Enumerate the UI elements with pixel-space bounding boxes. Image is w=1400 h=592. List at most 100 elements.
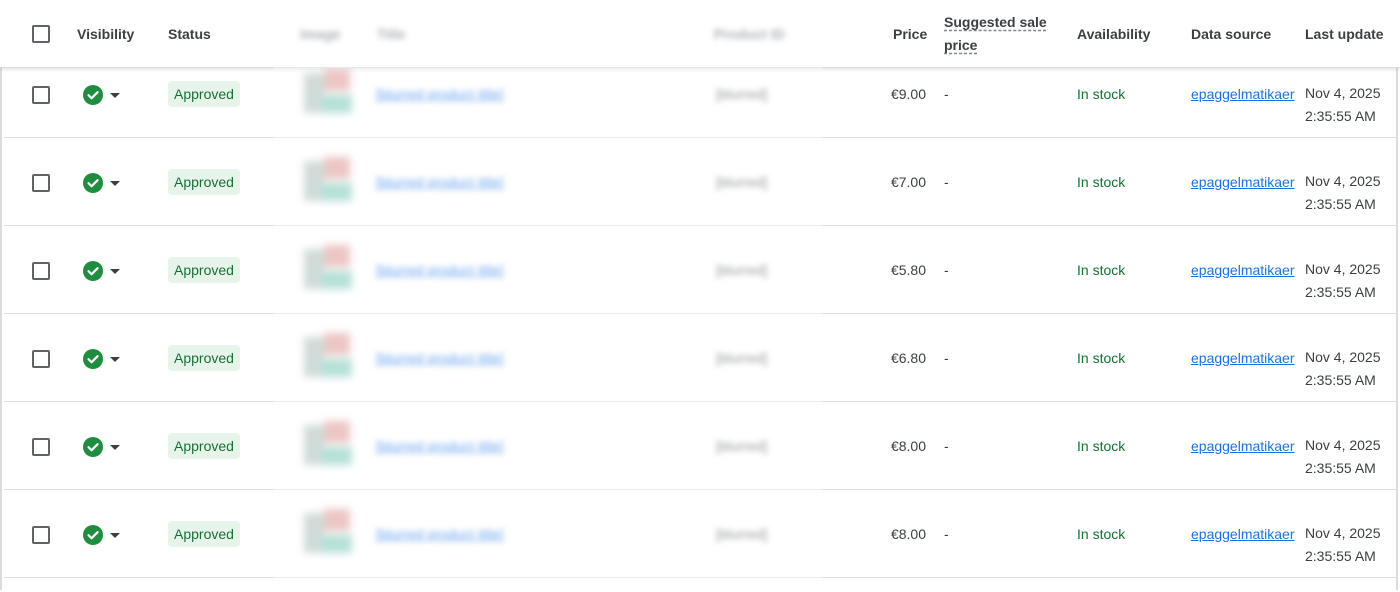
price-value: €9.00	[890, 86, 926, 102]
suggested-price-value: -	[944, 174, 949, 190]
product-id: [blurred]	[716, 438, 768, 454]
data-source-link[interactable]: epaggelmatikaer	[1191, 86, 1295, 102]
price-value: €6.80	[890, 350, 926, 366]
select-all-checkbox[interactable]	[32, 25, 50, 43]
status-badge: Approved	[168, 433, 240, 459]
header-suggested-sale-price[interactable]: Suggested sale price	[944, 11, 1047, 57]
data-source-link[interactable]: epaggelmatikaer	[1191, 526, 1295, 542]
product-title-link[interactable]: [blurred product title]	[376, 523, 676, 546]
product-title-link[interactable]: [blurred product title]	[376, 171, 676, 194]
last-update: Nov 4, 2025 2:35:55 AM	[1305, 170, 1381, 216]
product-id: [blurred]	[716, 526, 768, 542]
suggested-price-value: -	[944, 350, 949, 366]
header-visibility[interactable]: Visibility	[77, 26, 134, 42]
visibility-dropdown-caret[interactable]	[110, 533, 120, 538]
product-thumbnail[interactable]	[300, 67, 356, 121]
row-checkbox[interactable]	[32, 438, 50, 456]
last-update-time: 2:35:55 AM	[1305, 284, 1376, 300]
status-badge: Approved	[168, 169, 240, 195]
table-row[interactable]: Approved [blurred product title] [blurre…	[4, 138, 1396, 226]
last-update-time: 2:35:55 AM	[1305, 460, 1376, 476]
last-update: Nov 4, 2025 2:35:55 AM	[1305, 522, 1381, 568]
data-source-link[interactable]: epaggelmatikaer	[1191, 350, 1295, 366]
last-update-date: Nov 4, 2025	[1305, 261, 1381, 277]
availability-value: In stock	[1077, 526, 1126, 542]
product-thumbnail[interactable]	[300, 419, 356, 473]
status-badge: Approved	[168, 81, 240, 107]
table-row[interactable]: Approved [blurred product title] [blurre…	[4, 490, 1396, 578]
header-status[interactable]: Status	[168, 26, 211, 42]
availability-value: In stock	[1077, 350, 1126, 366]
product-title-link[interactable]: [blurred product title]	[376, 435, 676, 458]
check-circle-icon	[83, 525, 103, 545]
last-update-date: Nov 4, 2025	[1305, 525, 1381, 541]
product-title-link[interactable]: [blurred product title]	[376, 347, 676, 370]
header-suggested-sale-price-line2: price	[944, 37, 978, 53]
row-checkbox[interactable]	[32, 526, 50, 544]
row-checkbox[interactable]	[32, 350, 50, 368]
product-thumbnail[interactable]	[300, 507, 356, 561]
status-badge: Approved	[168, 345, 240, 371]
availability-value: In stock	[1077, 262, 1126, 278]
check-circle-icon	[83, 349, 103, 369]
suggested-price-value: -	[944, 526, 949, 542]
product-title-link[interactable]: [blurred product title]	[376, 83, 676, 106]
header-image: Image	[300, 26, 341, 42]
check-circle-icon	[83, 261, 103, 281]
suggested-price-value: -	[944, 438, 949, 454]
product-id: [blurred]	[716, 350, 768, 366]
product-title-link[interactable]: [blurred product title]	[376, 259, 676, 282]
visibility-dropdown-caret[interactable]	[110, 269, 120, 274]
product-thumbnail[interactable]	[300, 155, 356, 209]
price-value: €5.80	[890, 262, 926, 278]
table-row[interactable]: Approved [blurred product title] [blurre…	[4, 226, 1396, 314]
table-header: Visibility Status Image Title Product ID…	[0, 0, 1400, 68]
last-update-time: 2:35:55 AM	[1305, 196, 1376, 212]
header-title[interactable]: Title	[377, 26, 406, 42]
data-source-link[interactable]: epaggelmatikaer	[1191, 262, 1295, 278]
last-update: Nov 4, 2025 2:35:55 AM	[1305, 82, 1381, 128]
visibility-dropdown-caret[interactable]	[110, 181, 120, 186]
last-update: Nov 4, 2025 2:35:55 AM	[1305, 434, 1381, 480]
header-price[interactable]: Price	[893, 26, 927, 42]
price-value: €7.00	[890, 174, 926, 190]
last-update-date: Nov 4, 2025	[1305, 437, 1381, 453]
check-circle-icon	[83, 85, 103, 105]
last-update-time: 2:35:55 AM	[1305, 548, 1376, 564]
table-row[interactable]: Approved [blurred product title] [blurre…	[4, 314, 1396, 402]
product-thumbnail[interactable]	[300, 331, 356, 385]
row-checkbox[interactable]	[32, 174, 50, 192]
availability-value: In stock	[1077, 86, 1126, 102]
price-value: €8.00	[890, 438, 926, 454]
visibility-dropdown-caret[interactable]	[110, 93, 120, 98]
product-id: [blurred]	[716, 262, 768, 278]
check-circle-icon	[83, 437, 103, 457]
check-circle-icon	[83, 173, 103, 193]
header-last-update[interactable]: Last update	[1305, 26, 1384, 42]
suggested-price-value: -	[944, 262, 949, 278]
visibility-dropdown-caret[interactable]	[110, 357, 120, 362]
product-id: [blurred]	[716, 86, 768, 102]
visibility-dropdown-caret[interactable]	[110, 445, 120, 450]
product-thumbnail[interactable]	[300, 243, 356, 297]
last-update-date: Nov 4, 2025	[1305, 349, 1381, 365]
header-data-source[interactable]: Data source	[1191, 26, 1271, 42]
last-update: Nov 4, 2025 2:35:55 AM	[1305, 346, 1381, 392]
data-source-link[interactable]: epaggelmatikaer	[1191, 174, 1295, 190]
data-source-link[interactable]: epaggelmatikaer	[1191, 438, 1295, 454]
table-row[interactable]: Approved [blurred product title] [blurre…	[4, 402, 1396, 490]
row-checkbox[interactable]	[32, 262, 50, 280]
price-value: €8.00	[890, 526, 926, 542]
header-product-id[interactable]: Product ID	[714, 26, 785, 42]
row-checkbox[interactable]	[32, 86, 50, 104]
status-badge: Approved	[168, 521, 240, 547]
status-badge: Approved	[168, 257, 240, 283]
availability-value: In stock	[1077, 174, 1126, 190]
header-suggested-sale-price-line1: Suggested sale	[944, 14, 1047, 30]
last-update: Nov 4, 2025 2:35:55 AM	[1305, 258, 1381, 304]
suggested-price-value: -	[944, 86, 949, 102]
header-availability[interactable]: Availability	[1077, 26, 1150, 42]
last-update-time: 2:35:55 AM	[1305, 372, 1376, 388]
last-update-time: 2:35:55 AM	[1305, 108, 1376, 124]
last-update-date: Nov 4, 2025	[1305, 85, 1381, 101]
